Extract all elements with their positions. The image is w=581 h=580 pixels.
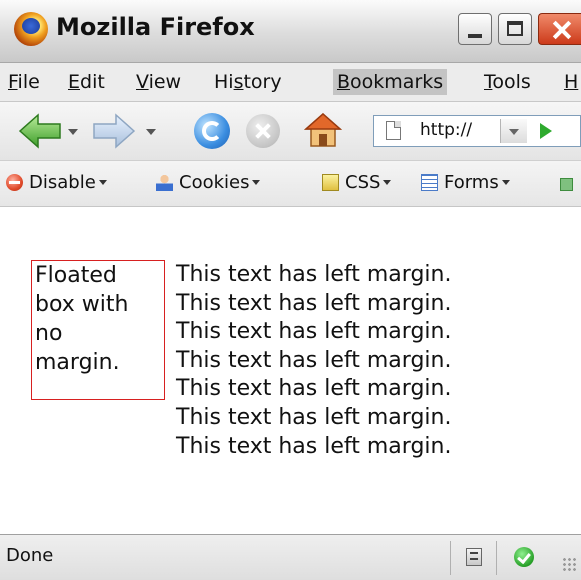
chevron-down-icon	[383, 180, 392, 185]
status-text: Done	[6, 545, 54, 566]
images-icon	[560, 178, 573, 191]
chevron-down-icon	[501, 180, 510, 185]
status-divider	[496, 541, 497, 575]
margin-text-block: This text has left margin. This text has…	[176, 261, 451, 461]
margin-text-line: This text has left margin.	[176, 319, 452, 345]
go-icon[interactable]	[534, 119, 558, 143]
menu-bookmarks-rest: ookmarks	[350, 71, 444, 93]
devbar-disable[interactable]: Disable	[6, 171, 107, 195]
menu-view[interactable]: View	[132, 69, 185, 95]
forward-dropdown-icon[interactable]	[146, 129, 156, 135]
page-content: Floated box with no margin. This text ha…	[0, 207, 581, 534]
close-button[interactable]	[538, 13, 581, 45]
menu-help-mnemonic: H	[564, 71, 579, 93]
navigation-toolbar: http://	[0, 102, 581, 161]
chevron-down-icon	[252, 180, 261, 185]
home-icon[interactable]	[304, 111, 342, 149]
margin-text-line: This text has left margin.	[176, 433, 452, 459]
floated-box-line: margin.	[35, 350, 120, 375]
menu-edit-mnemonic: E	[68, 71, 81, 93]
clipboard-icon[interactable]	[466, 548, 482, 566]
status-divider	[450, 541, 451, 575]
menu-tools-rest: ools	[492, 71, 531, 93]
margin-text-line: This text has left margin.	[176, 347, 452, 373]
devbar-cookies[interactable]: Cookies	[156, 171, 261, 195]
security-ok-icon[interactable]	[514, 547, 534, 567]
devbar-more[interactable]	[560, 171, 579, 195]
margin-text-line: This text has left margin.	[176, 376, 452, 402]
menu-history[interactable]: History	[210, 69, 286, 95]
devbar-cookies-label: Cookies	[179, 172, 250, 193]
title-bar[interactable]: Mozilla Firefox	[0, 0, 581, 63]
menu-file[interactable]: File	[4, 69, 44, 95]
stop-icon[interactable]	[246, 114, 280, 148]
devbar-css[interactable]: CSS	[322, 171, 392, 195]
menu-bookmarks-mnemonic: B	[337, 71, 351, 93]
menu-file-rest: ile	[17, 71, 40, 93]
forward-icon[interactable]	[92, 113, 136, 149]
menu-bookmarks[interactable]: Bookmarks	[333, 69, 448, 95]
menu-view-rest: iew	[148, 71, 182, 93]
menu-edit-rest: dit	[80, 71, 105, 93]
maximize-button[interactable]	[498, 13, 532, 45]
floated-box: Floated box with no margin.	[31, 260, 165, 400]
minimize-button[interactable]	[458, 13, 492, 45]
reload-icon[interactable]	[194, 113, 230, 149]
resize-grip-icon[interactable]	[562, 557, 578, 573]
chevron-down-icon	[98, 180, 107, 185]
devbar-forms-label: Forms	[444, 172, 499, 193]
menu-edit[interactable]: Edit	[64, 69, 109, 95]
menu-bar: File Edit View History Bookmarks Tools H	[0, 63, 581, 102]
margin-text-line: This text has left margin.	[176, 404, 452, 430]
forms-icon	[421, 174, 438, 191]
url-history-dropdown[interactable]	[500, 119, 527, 143]
floated-box-line: Floated	[35, 263, 117, 288]
menu-tools[interactable]: Tools	[480, 69, 535, 95]
menu-view-mnemonic: V	[136, 71, 149, 93]
floated-box-line: box with	[35, 292, 129, 317]
menu-history-rest: tory	[243, 71, 282, 93]
page-icon	[386, 121, 401, 140]
css-icon	[322, 174, 339, 191]
cookies-icon	[156, 174, 173, 191]
devbar-forms[interactable]: Forms	[421, 171, 510, 195]
firefox-logo-icon[interactable]	[14, 12, 48, 46]
menu-help[interactable]: H	[560, 69, 581, 95]
margin-text-line: This text has left margin.	[176, 262, 452, 287]
url-input[interactable]: http://	[420, 120, 472, 140]
menu-history-mnemonic: s	[233, 71, 244, 93]
floated-box-line: no	[35, 321, 63, 346]
browser-window: Mozilla Firefox File Edit View History B…	[0, 0, 581, 580]
menu-file-mnemonic: F	[8, 71, 18, 93]
status-bar: Done	[0, 534, 581, 580]
devbar-css-label: CSS	[345, 172, 381, 193]
menu-history-pre: Hi	[214, 71, 234, 93]
disable-icon	[6, 174, 23, 191]
url-bar[interactable]: http://	[373, 115, 581, 147]
devbar-disable-label: Disable	[29, 172, 96, 193]
back-icon[interactable]	[18, 113, 62, 149]
margin-text-line: This text has left margin.	[176, 290, 452, 316]
web-developer-toolbar: Disable Cookies CSS Forms	[0, 161, 581, 207]
back-dropdown-icon[interactable]	[68, 129, 78, 135]
